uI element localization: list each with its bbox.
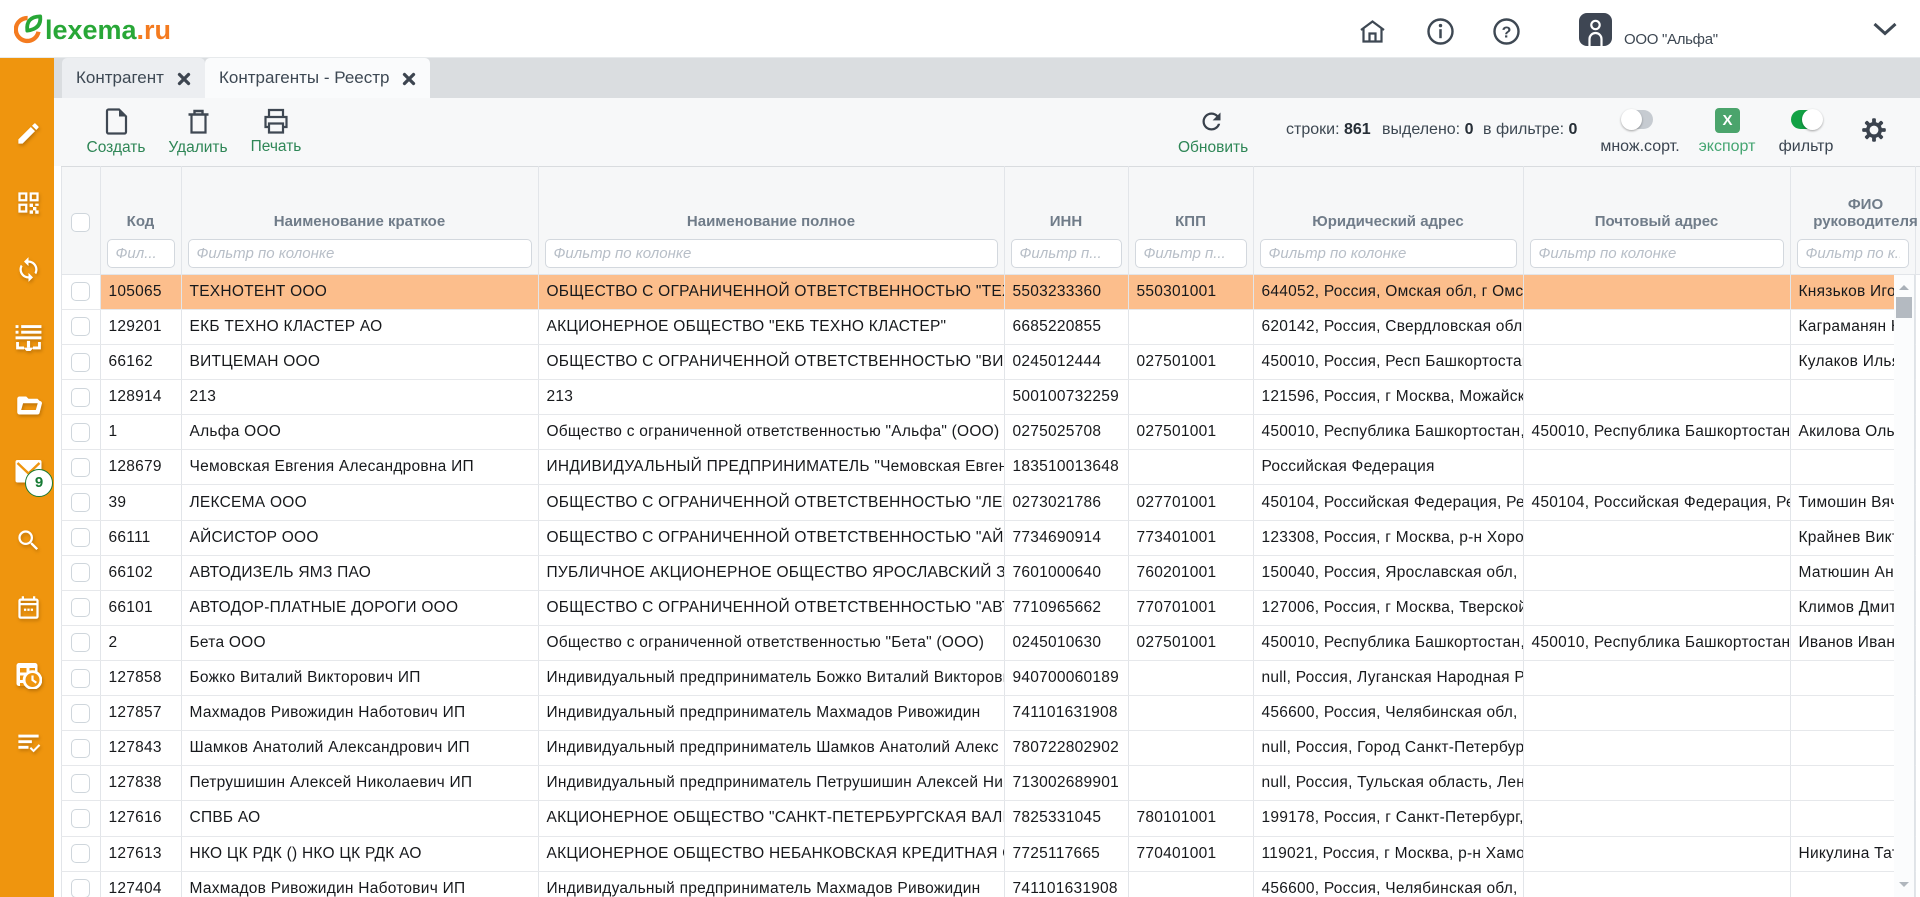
svg-text:lexema: lexema [45,15,138,45]
svg-text:?: ? [1502,25,1512,42]
svg-text:.ru: .ru [137,15,172,45]
